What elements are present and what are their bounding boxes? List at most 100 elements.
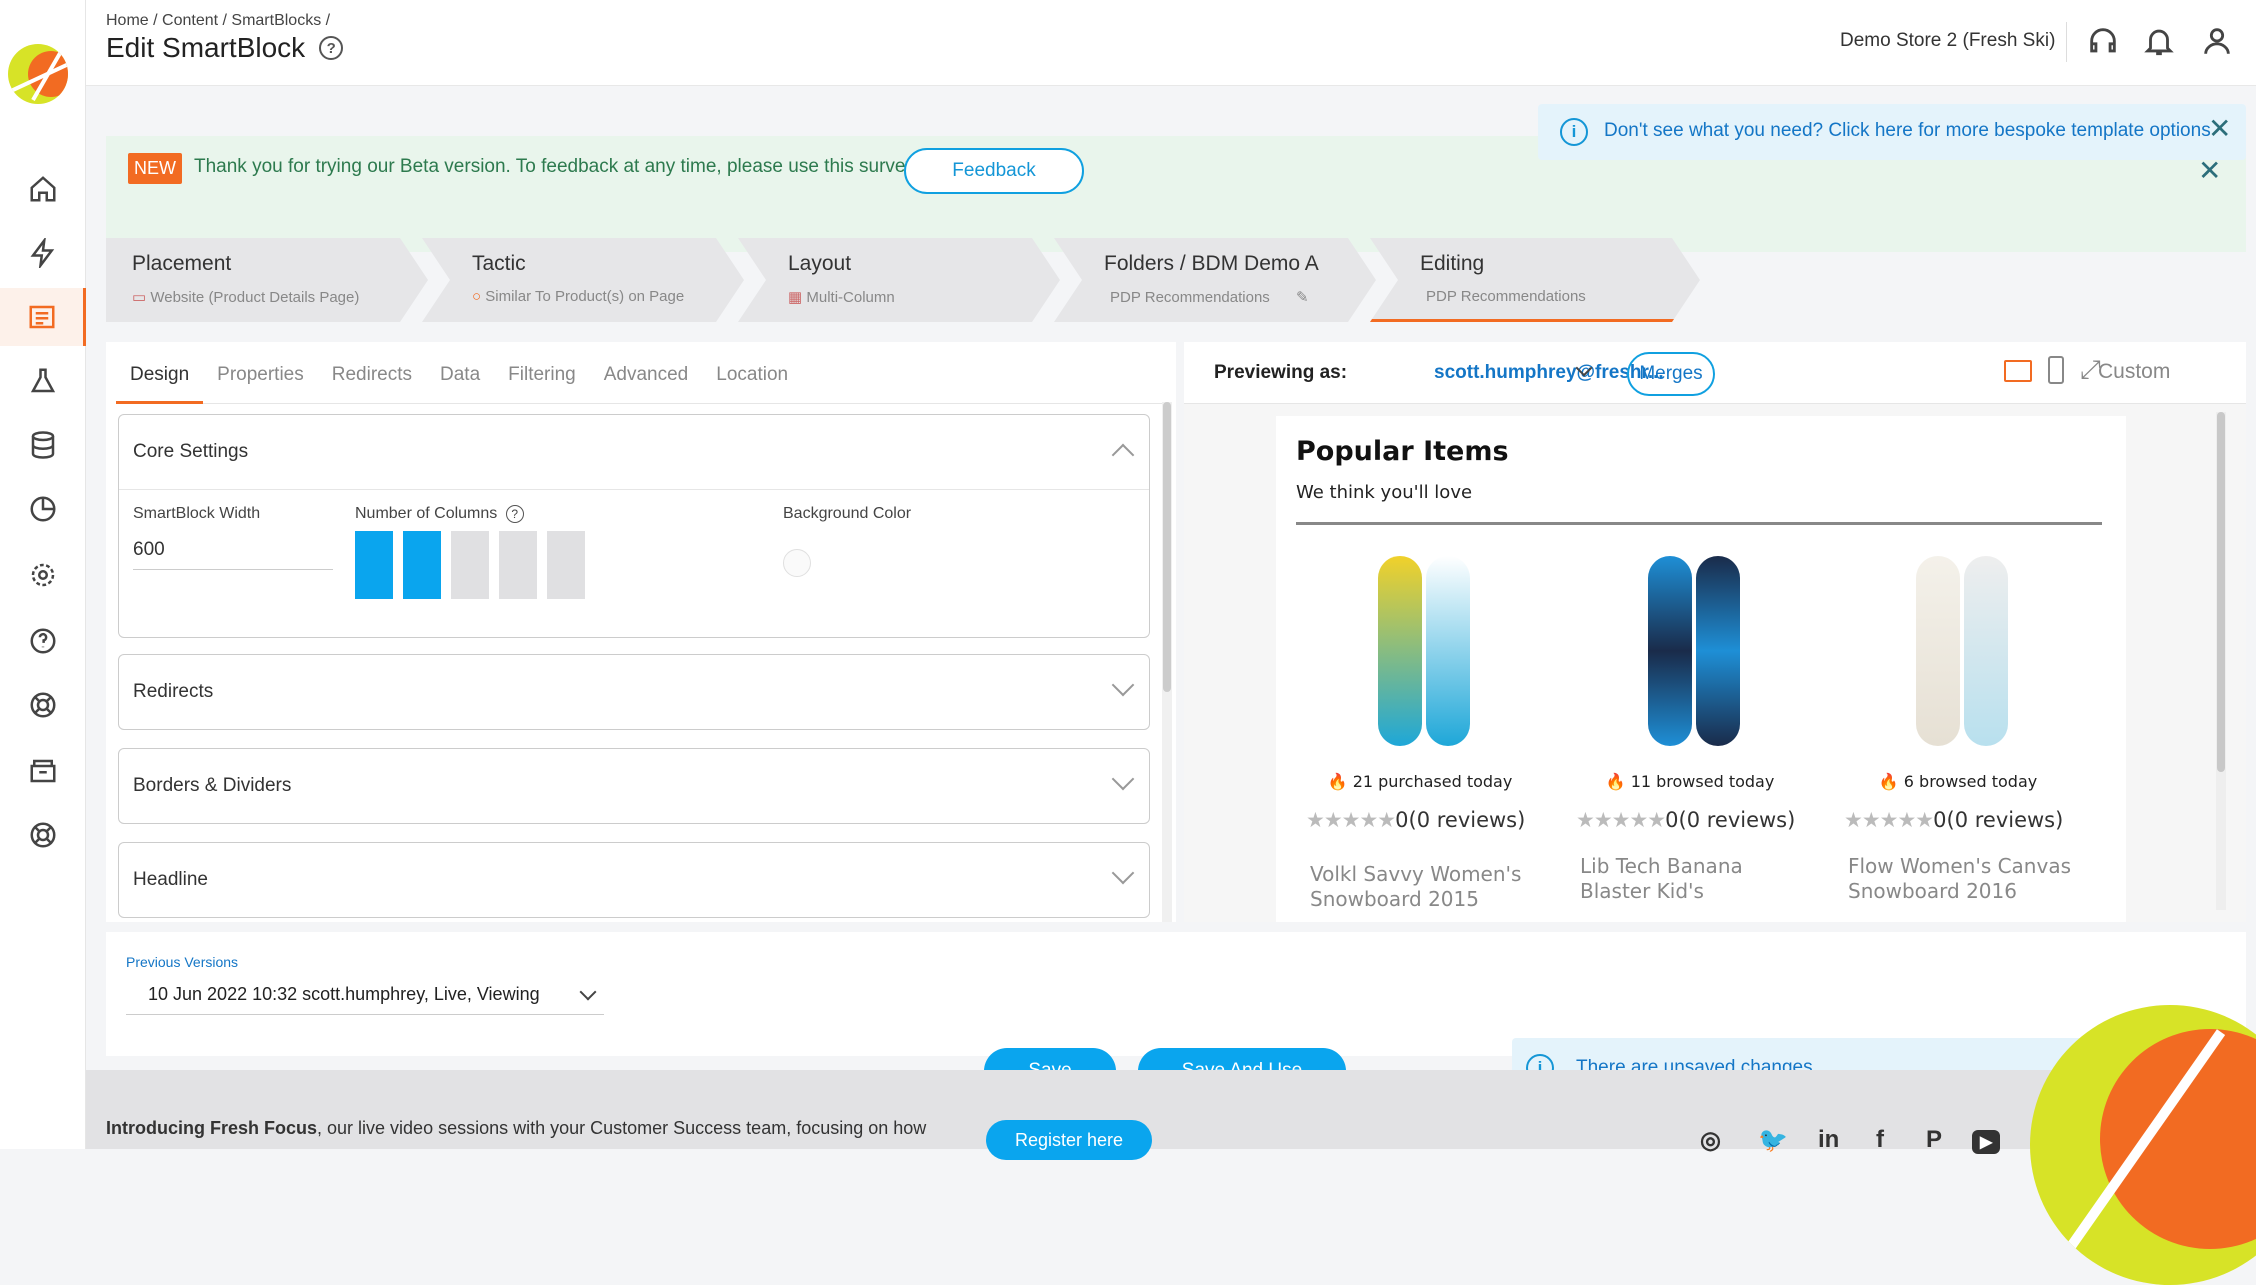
borders-section[interactable]: Borders & Dividers	[118, 748, 1150, 824]
tab-design[interactable]: Design	[116, 342, 204, 404]
breadcrumb[interactable]: Home / Content / SmartBlocks /	[106, 12, 330, 30]
merges-button[interactable]: Merges	[1627, 352, 1715, 396]
product-image	[1696, 556, 1740, 746]
linkedin-icon[interactable]: in	[1818, 1126, 1839, 1154]
design-panel: Design Properties Redirects Data Filteri…	[106, 342, 1176, 922]
top-bar: Home / Content / SmartBlocks / Edit Smar…	[86, 0, 2256, 86]
instagram-icon[interactable]: ◎	[1700, 1126, 1721, 1155]
product-image[interactable]	[1648, 556, 1692, 746]
mobile-icon[interactable]	[2048, 356, 2064, 384]
flask-icon[interactable]	[0, 352, 86, 410]
database-icon[interactable]	[0, 416, 86, 474]
pie-chart-icon[interactable]	[0, 480, 86, 538]
step-layout[interactable]: Layout ▦ Multi-Column	[738, 238, 1060, 322]
chevron-down-icon[interactable]	[1111, 673, 1135, 697]
width-input[interactable]: 600	[133, 539, 333, 570]
tab-filtering[interactable]: Filtering	[494, 342, 590, 404]
chevron-up-icon[interactable]	[1111, 443, 1135, 467]
column-option-2[interactable]	[403, 531, 441, 599]
user-icon[interactable]	[2200, 24, 2234, 58]
star-rating-icon: ★★★★★	[1844, 808, 1934, 832]
core-settings-section: Core Settings SmartBlock Width 600 Numbe…	[118, 414, 1150, 638]
product-name[interactable]: Lib Tech Banana Blaster Kid's	[1580, 854, 1810, 904]
product-stat-text: 6 browsed today	[1903, 772, 2038, 791]
tab-data[interactable]: Data	[426, 342, 494, 404]
gear-icon[interactable]	[0, 546, 86, 604]
chevron-down-icon[interactable]	[579, 983, 597, 1001]
step-sub: ○ Similar To Product(s) on Page	[472, 288, 722, 305]
store-selector[interactable]: Demo Store 2 (Fresh Ski)	[1840, 30, 2055, 52]
lightning-icon[interactable]	[0, 224, 86, 282]
bg-color-swatch[interactable]	[783, 549, 811, 577]
column-option-4[interactable]	[499, 531, 537, 599]
custom-size-button[interactable]: Custom	[2098, 360, 2170, 384]
scroll-thumb[interactable]	[2217, 412, 2225, 772]
product-image	[1964, 556, 2008, 746]
tab-location[interactable]: Location	[702, 342, 802, 404]
help-icon[interactable]	[0, 612, 86, 670]
column-option-5[interactable]	[547, 531, 585, 599]
tab-bar: Design Properties Redirects Data Filteri…	[116, 342, 1166, 404]
content-icon[interactable]	[0, 288, 86, 346]
twitter-icon[interactable]: 🐦	[1758, 1126, 1788, 1155]
star-rating-icon: ★★★★★	[1576, 808, 1666, 832]
product-image[interactable]	[1916, 556, 1960, 746]
product-name[interactable]: Volkl Savvy Women's Snowboard 2015	[1310, 862, 1540, 912]
star-rating-icon: ★★★★★	[1306, 808, 1396, 832]
step-title: Folders / BDM Demo A	[1104, 252, 1319, 275]
promo-lead: Introducing Fresh Focus	[106, 1118, 318, 1138]
section-title[interactable]: Core Settings	[133, 441, 248, 463]
redirects-section[interactable]: Redirects	[118, 654, 1150, 730]
monitor-icon: ▭	[132, 289, 147, 306]
tab-advanced[interactable]: Advanced	[590, 342, 703, 404]
preview-heading: Popular Items	[1296, 436, 1509, 467]
new-badge: NEW	[128, 153, 182, 184]
column-option-1[interactable]	[355, 531, 393, 599]
previous-versions-select[interactable]: 10 Jun 2022 10:32 scott.humphrey, Live, …	[148, 984, 540, 1005]
app-logo[interactable]	[8, 44, 68, 104]
tab-redirects[interactable]: Redirects	[318, 342, 426, 404]
product-image[interactable]	[1378, 556, 1422, 746]
tab-properties[interactable]: Properties	[203, 342, 318, 404]
pinterest-icon[interactable]: P	[1926, 1126, 1942, 1154]
scroll-thumb[interactable]	[1163, 402, 1171, 692]
chevron-down-icon[interactable]	[1111, 861, 1135, 885]
divider	[126, 1014, 604, 1015]
preview-label: Previewing as:	[1214, 362, 1348, 383]
bell-icon[interactable]	[2142, 24, 2176, 58]
preview-scrollbar[interactable]	[2216, 412, 2226, 910]
close-icon[interactable]: ✕	[2208, 112, 2231, 145]
product-name[interactable]: Flow Women's Canvas Snowboard 2016	[1848, 854, 2078, 904]
home-icon[interactable]	[0, 160, 86, 218]
register-button[interactable]: Register here	[986, 1120, 1152, 1160]
headline-section[interactable]: Headline	[118, 842, 1150, 918]
scrollbar[interactable]	[1162, 402, 1172, 922]
youtube-icon[interactable]: ▶	[1972, 1130, 2001, 1154]
question-icon[interactable]: ?	[319, 36, 344, 60]
step-sub-text: Website (Product Details Page)	[150, 289, 360, 306]
headset-icon[interactable]	[2086, 24, 2120, 58]
grid-icon: ▦	[788, 289, 803, 306]
template-options-link[interactable]: Don't see what you need? Click here for …	[1604, 120, 2211, 142]
step-sub-text: Multi-Column	[806, 289, 895, 306]
step-tactic[interactable]: Tactic ○ Similar To Product(s) on Page	[422, 238, 744, 322]
chevron-down-icon[interactable]	[1111, 767, 1135, 791]
product-stat-text: 11 browsed today	[1630, 772, 1775, 791]
desktop-icon[interactable]	[2004, 360, 2032, 382]
step-placement[interactable]: Placement ▭ Website (Product Details Pag…	[106, 238, 428, 322]
column-option-3[interactable]	[451, 531, 489, 599]
feedback-button[interactable]: Feedback	[904, 148, 1084, 194]
step-folders[interactable]: Folders / BDM Demo A PDP Recommendations…	[1054, 238, 1376, 322]
promo-bar: Introducing Fresh Focus, our live video …	[86, 1070, 2256, 1160]
archive-icon[interactable]	[0, 742, 86, 800]
lifebuoy-icon[interactable]	[0, 676, 86, 734]
pencil-icon[interactable]: ✎	[1296, 289, 1309, 306]
step-editing[interactable]: Editing PDP Recommendations	[1370, 238, 1700, 322]
lifebuoy-icon-2[interactable]	[0, 806, 86, 864]
facebook-icon[interactable]: f	[1876, 1126, 1884, 1154]
question-icon[interactable]: ?	[505, 505, 524, 523]
wizard-steps: Placement ▭ Website (Product Details Pag…	[106, 238, 1726, 322]
step-sub-text: Similar To Product(s) on Page	[485, 288, 685, 305]
columns-label-text: Number of Columns	[355, 505, 498, 522]
step-title: Tactic	[472, 252, 526, 275]
